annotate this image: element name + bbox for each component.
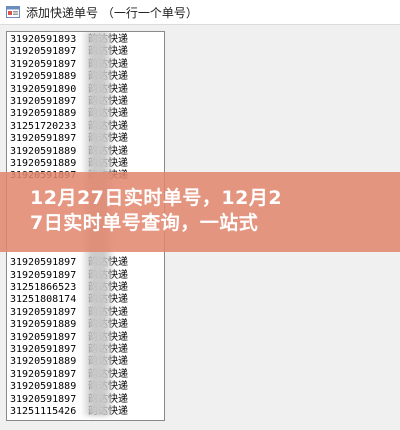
window-title: 添加快递单号 （一行一个单号） bbox=[26, 5, 198, 20]
tracking-number: 31920591890 bbox=[10, 83, 77, 95]
tracking-number: 31920591893 bbox=[10, 34, 77, 45]
tracking-number: 31920591889 bbox=[10, 158, 77, 169]
tracking-number: 31251808174 bbox=[10, 294, 77, 306]
banner-line-1: 12月27日实时单号，12月2 bbox=[30, 187, 283, 209]
tracking-number: 31920591897 bbox=[10, 269, 77, 281]
tracking-number: 31920591897 bbox=[10, 331, 77, 343]
tracking-number: 31920591897 bbox=[10, 393, 77, 405]
tracking-number: 31920591889 bbox=[10, 145, 77, 157]
banner-headline: 12月27日实时单号，12月2 7日实时单号查询，一站式 bbox=[30, 186, 370, 236]
tracking-number: 31920591897 bbox=[10, 368, 77, 380]
tracking-number: 31920591897 bbox=[10, 46, 77, 58]
tracking-number: 31920591889 bbox=[10, 108, 77, 120]
app-window-icon bbox=[6, 5, 20, 19]
title-bar: 添加快递单号 （一行一个单号） bbox=[0, 0, 400, 25]
tracking-number: 31920591889 bbox=[10, 71, 77, 83]
banner-line-2: 7日实时单号查询，一站式 bbox=[30, 212, 259, 234]
tracking-number: 31920591897 bbox=[10, 133, 77, 145]
tracking-number: 31920591897 bbox=[10, 306, 77, 318]
tracking-number: 31251720233 bbox=[10, 120, 77, 132]
tracking-number: 31920591889 bbox=[10, 356, 77, 368]
tracking-number: 31920591897 bbox=[10, 344, 77, 355]
tracking-number: 31920591897 bbox=[10, 96, 77, 107]
tracking-number: 31920591889 bbox=[10, 319, 77, 331]
tracking-number: 31251866523 bbox=[10, 282, 77, 293]
app-window: 添加快递单号 （一行一个单号） 31920591893韵达快递319205918… bbox=[0, 0, 400, 430]
tracking-number: 31920591897 bbox=[10, 58, 77, 70]
tracking-number: 31920591897 bbox=[10, 257, 77, 269]
tracking-number: 31920591889 bbox=[10, 381, 77, 393]
tracking-number: 31251115426 bbox=[10, 406, 77, 417]
